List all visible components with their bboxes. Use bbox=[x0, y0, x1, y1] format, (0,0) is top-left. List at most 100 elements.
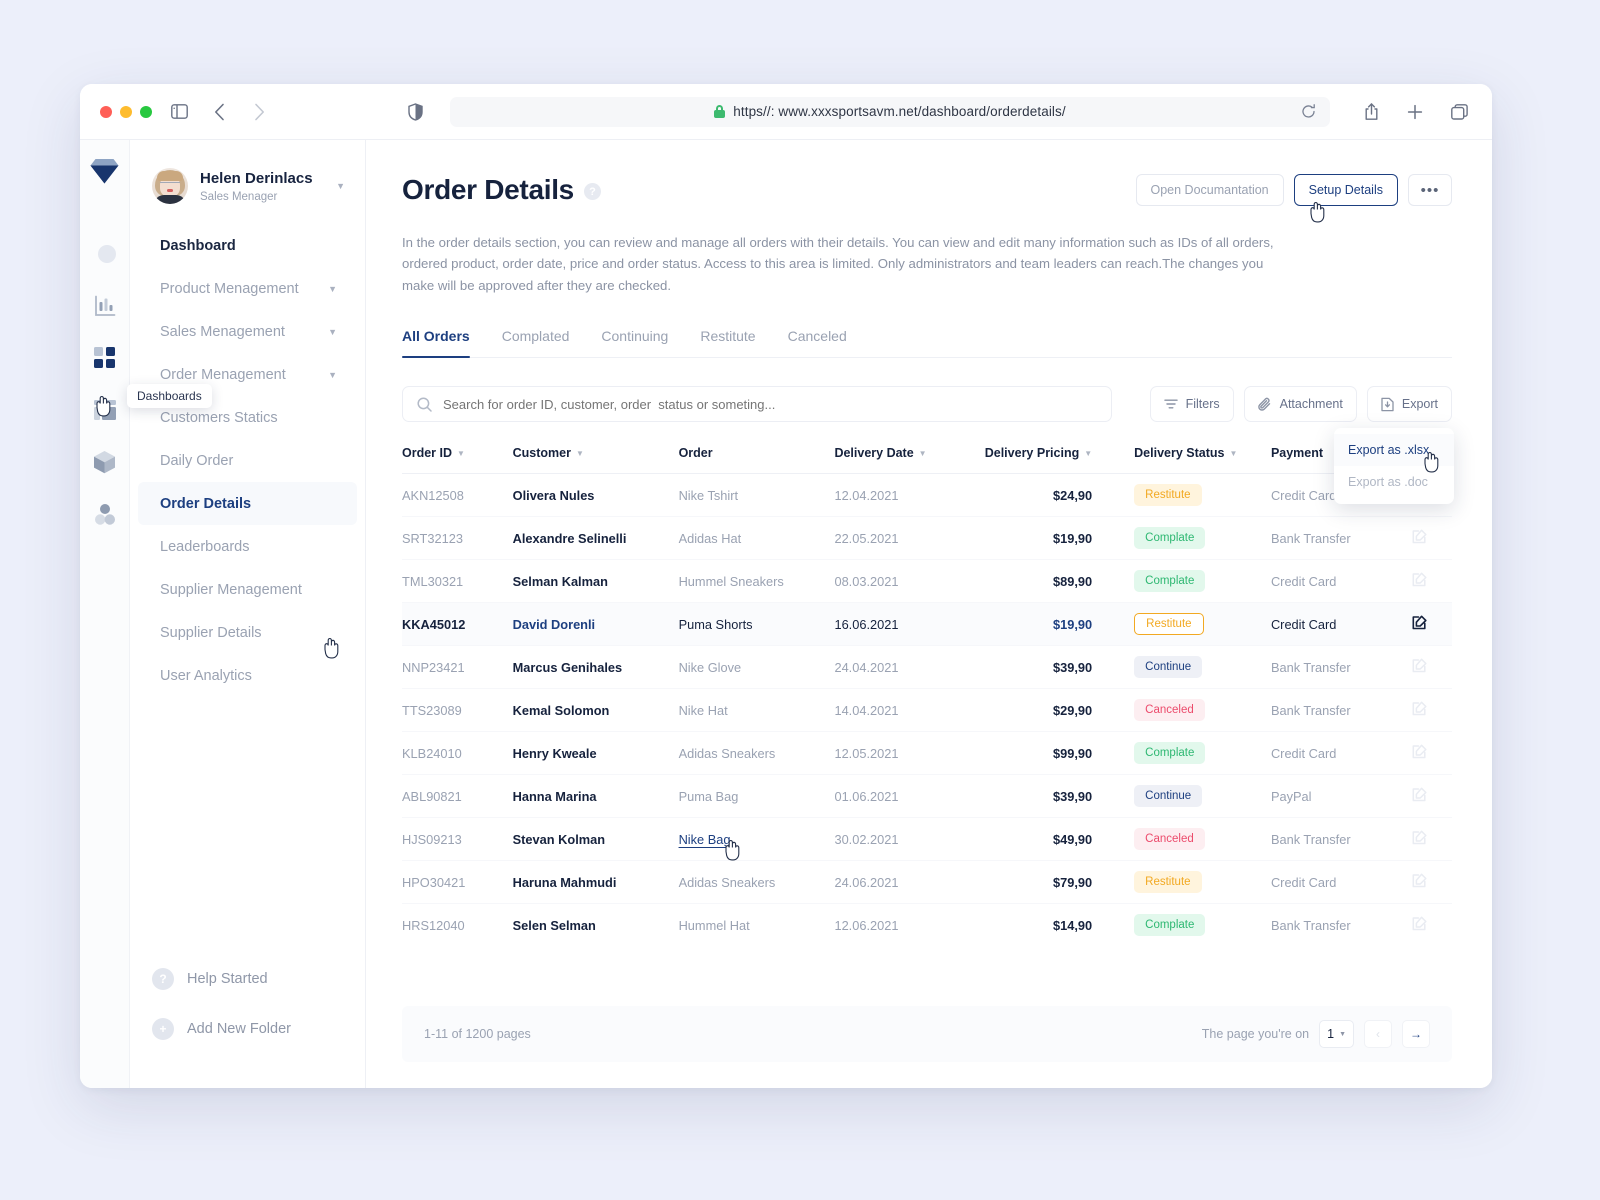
edit-icon[interactable] bbox=[1412, 916, 1427, 931]
rail-item-contrast[interactable] bbox=[85, 228, 125, 280]
sidebar-item-label: Dashboard bbox=[160, 238, 236, 254]
search-box[interactable] bbox=[402, 386, 1112, 422]
cell-edit[interactable] bbox=[1412, 861, 1452, 904]
setup-details-button[interactable]: Setup Details bbox=[1294, 174, 1398, 206]
cell-payment: Bank Transfer bbox=[1271, 517, 1412, 560]
col-delivery-date[interactable]: Delivery Date▼ bbox=[834, 446, 975, 474]
tabs-icon[interactable] bbox=[1446, 99, 1472, 125]
rail-item-dashboards[interactable] bbox=[85, 332, 125, 384]
edit-icon[interactable] bbox=[1412, 658, 1427, 673]
table-row[interactable]: AKN12508 Olivera Nules Nike Tshirt 12.04… bbox=[402, 474, 1452, 517]
table-row[interactable]: SRT32123 Alexandre Selinelli Adidas Hat … bbox=[402, 517, 1452, 560]
open-documentation-button[interactable]: Open Documantation bbox=[1136, 174, 1284, 206]
table-row[interactable]: ABL90821 Hanna Marina Puma Bag 01.06.202… bbox=[402, 775, 1452, 818]
cell-edit[interactable] bbox=[1412, 646, 1452, 689]
table-row[interactable]: NNP23421 Marcus Genihales Nike Glove 24.… bbox=[402, 646, 1452, 689]
sidebar-toggle-icon[interactable] bbox=[166, 99, 192, 125]
maximize-window-button[interactable] bbox=[140, 106, 152, 118]
cell-edit[interactable] bbox=[1412, 517, 1452, 560]
shield-icon[interactable] bbox=[402, 99, 428, 125]
share-icon[interactable] bbox=[1358, 99, 1384, 125]
rail-item-users[interactable] bbox=[85, 488, 125, 540]
table-row[interactable]: TML30321 Selman Kalman Hummel Sneakers 0… bbox=[402, 560, 1452, 603]
export-button[interactable]: Export bbox=[1367, 386, 1452, 422]
table-row[interactable]: HRS12040 Selen Selman Hummel Hat 12.06.2… bbox=[402, 904, 1452, 947]
cell-edit[interactable] bbox=[1412, 732, 1452, 775]
cell-edit[interactable] bbox=[1412, 560, 1452, 603]
rail-item-layout[interactable] bbox=[85, 384, 125, 436]
table-row[interactable]: HJS09213 Stevan Kolman Nike Bag 3 bbox=[402, 818, 1452, 861]
chevron-down-icon[interactable]: ▼ bbox=[336, 181, 345, 191]
plus-icon[interactable] bbox=[1402, 99, 1428, 125]
cell-customer: Alexandre Selinelli bbox=[513, 517, 679, 560]
sidebar-item-supplier-details[interactable]: Supplier Details bbox=[138, 611, 357, 654]
col-customer[interactable]: Customer▼ bbox=[513, 446, 679, 474]
table-row[interactable]: KLB24010 Henry Kweale Adidas Sneakers 12… bbox=[402, 732, 1452, 775]
reload-icon[interactable] bbox=[1301, 104, 1316, 119]
status-badge: Complate bbox=[1134, 742, 1205, 764]
order-link[interactable]: Nike Bag bbox=[679, 832, 731, 847]
sidebar-item-product-menagement[interactable]: Product Menagement ▼ bbox=[138, 267, 357, 310]
cell-edit[interactable] bbox=[1412, 689, 1452, 732]
back-arrow-icon[interactable] bbox=[206, 99, 232, 125]
tab-all-orders[interactable]: All Orders bbox=[402, 328, 470, 357]
more-options-button[interactable]: ••• bbox=[1408, 174, 1452, 206]
edit-icon[interactable] bbox=[1412, 615, 1427, 630]
rail-item-analytics[interactable] bbox=[85, 280, 125, 332]
cell-price: $14,90 bbox=[975, 904, 1134, 947]
status-badge: Continue bbox=[1134, 785, 1202, 807]
diamond-logo-icon[interactable] bbox=[90, 158, 119, 184]
edit-icon[interactable] bbox=[1412, 744, 1427, 759]
help-circle-icon[interactable]: ? bbox=[584, 183, 601, 200]
cell-date: 12.05.2021 bbox=[834, 732, 975, 775]
close-window-button[interactable] bbox=[100, 106, 112, 118]
tab-restitute[interactable]: Restitute bbox=[700, 328, 755, 357]
tab-continuing[interactable]: Continuing bbox=[601, 328, 668, 357]
cell-edit[interactable] bbox=[1412, 775, 1452, 818]
export-as-doc-item[interactable]: Export as .doc bbox=[1334, 466, 1454, 498]
sidebar-item-order-details[interactable]: Order Details bbox=[138, 482, 357, 525]
sidebar-item-supplier-menagement[interactable]: Supplier Menagement bbox=[138, 568, 357, 611]
edit-icon[interactable] bbox=[1412, 787, 1427, 802]
filters-button[interactable]: Filters bbox=[1150, 386, 1234, 422]
page-select[interactable]: 1 ▼ bbox=[1319, 1020, 1354, 1048]
profile-role: Sales Menager bbox=[200, 191, 313, 203]
rail-item-products[interactable] bbox=[85, 436, 125, 488]
col-delivery-status[interactable]: Delivery Status▼ bbox=[1134, 446, 1271, 474]
edit-icon[interactable] bbox=[1412, 529, 1427, 544]
edit-icon[interactable] bbox=[1412, 830, 1427, 845]
sidebar-item-daily-order[interactable]: Daily Order bbox=[138, 439, 357, 482]
tab-complated[interactable]: Complated bbox=[502, 328, 570, 357]
prev-page-button[interactable]: ‹ bbox=[1364, 1020, 1392, 1048]
table-row[interactable]: HPO30421 Haruna Mahmudi Adidas Sneakers … bbox=[402, 861, 1452, 904]
sidebar-item-user-analytics[interactable]: User Analytics bbox=[138, 654, 357, 697]
tab-canceled[interactable]: Canceled bbox=[788, 328, 847, 357]
profile-block[interactable]: Helen Derinlacs Sales Menager ▼ bbox=[130, 158, 365, 214]
attachment-button[interactable]: Attachment bbox=[1244, 386, 1357, 422]
edit-icon[interactable] bbox=[1412, 701, 1427, 716]
sidebar-item-leaderboards[interactable]: Leaderboards bbox=[138, 525, 357, 568]
page-title: Order Details bbox=[402, 174, 574, 206]
address-bar[interactable]: https//: www.xxxsportsavm.net/dashboard/… bbox=[450, 97, 1330, 127]
cell-edit[interactable] bbox=[1412, 904, 1452, 947]
help-started-link[interactable]: ? Help Started bbox=[130, 954, 365, 1004]
next-page-button[interactable]: → bbox=[1402, 1020, 1430, 1048]
edit-icon[interactable] bbox=[1412, 572, 1427, 587]
table-row[interactable]: TTS23089 Kemal Solomon Nike Hat 14.04.20… bbox=[402, 689, 1452, 732]
forward-arrow-icon[interactable] bbox=[246, 99, 272, 125]
edit-icon[interactable] bbox=[1412, 873, 1427, 888]
sidebar-item-sales-menagement[interactable]: Sales Menagement ▼ bbox=[138, 310, 357, 353]
sidebar-item-dashboard[interactable]: Dashboard bbox=[138, 224, 357, 267]
cell-date: 22.05.2021 bbox=[834, 517, 975, 560]
col-order[interactable]: Order bbox=[679, 446, 835, 474]
search-input[interactable] bbox=[443, 397, 1097, 412]
export-as-xlsx-item[interactable]: Export as .xlsx bbox=[1334, 434, 1454, 466]
col-delivery-pricing[interactable]: Delivery Pricing▼ bbox=[975, 446, 1134, 474]
table-row[interactable]: KKA45012 David Dorenli Puma Shorts 16.06… bbox=[402, 603, 1452, 646]
col-order-id[interactable]: Order ID▼ bbox=[402, 446, 513, 474]
cell-edit[interactable] bbox=[1412, 818, 1452, 861]
minimize-window-button[interactable] bbox=[120, 106, 132, 118]
cell-edit[interactable] bbox=[1412, 603, 1452, 646]
window-controls bbox=[100, 106, 152, 118]
add-new-folder-link[interactable]: + Add New Folder bbox=[130, 1004, 365, 1054]
